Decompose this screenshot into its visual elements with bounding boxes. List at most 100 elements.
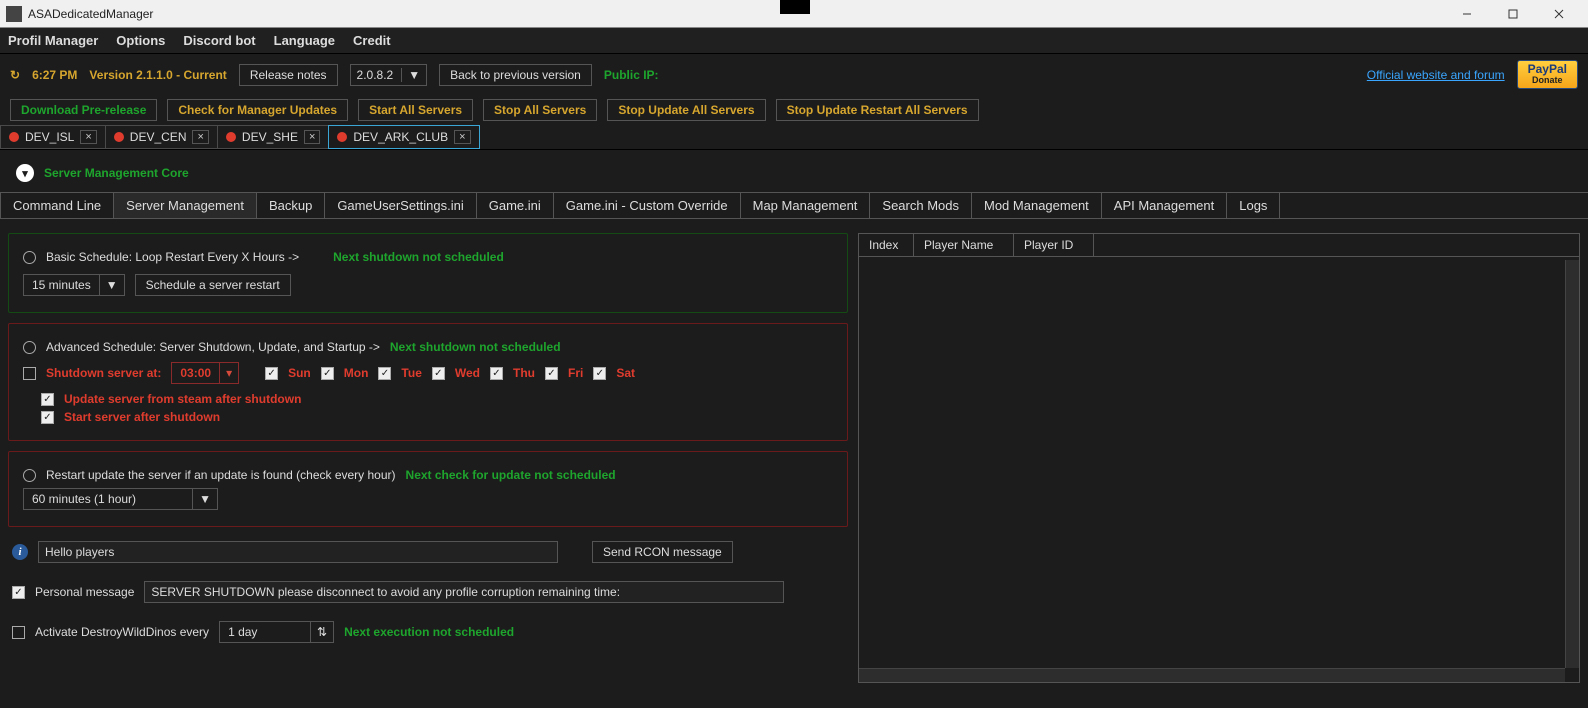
personal-checkbox[interactable]: ✓ [12,586,25,599]
basic-status: Next shutdown not scheduled [333,250,504,264]
menu-discord[interactable]: Discord bot [183,33,255,48]
day-tue-label: Tue [401,366,421,380]
tab-game-ini[interactable]: Game.ini [476,193,554,218]
right-column: Index Player Name Player ID [858,233,1580,683]
col-player-id[interactable]: Player ID [1014,234,1094,256]
action-row: Download Pre-release Check for Manager U… [0,95,1588,125]
tab-mod-management[interactable]: Mod Management [971,193,1102,218]
day-mon-label: Mon [344,366,369,380]
restart-radio[interactable] [23,469,36,482]
check-updates-button[interactable]: Check for Manager Updates [167,99,348,121]
download-pre-release-button[interactable]: Download Pre-release [10,99,157,121]
refresh-icon[interactable]: ↻ [10,68,20,82]
paypal-label: PayPal [1528,62,1567,76]
menu-credit[interactable]: Credit [353,33,391,48]
close-icon[interactable]: × [304,130,320,144]
stepper-icon: ⇅ [310,622,333,642]
shutdown-time-select[interactable]: 03:00 ▾ [171,362,239,384]
day-fri-checkbox[interactable]: ✓ [545,367,558,380]
decoration [780,0,810,14]
menubar: Profil Manager Options Discord bot Langu… [0,28,1588,54]
chevron-down-icon: ▾ [219,363,238,383]
day-thu-checkbox[interactable]: ✓ [490,367,503,380]
tab-logs[interactable]: Logs [1226,193,1280,218]
day-tue-checkbox[interactable]: ✓ [378,367,391,380]
chevron-down-icon: ▼ [192,489,217,509]
menu-options[interactable]: Options [116,33,165,48]
day-wed-checkbox[interactable]: ✓ [432,367,445,380]
close-icon[interactable]: × [454,130,470,144]
release-notes-button[interactable]: Release notes [239,64,338,86]
close-icon[interactable]: × [80,130,96,144]
update-after-checkbox[interactable]: ✓ [41,393,54,406]
server-tab-label: DEV_ISL [25,130,74,144]
info-row: ↻ 6:27 PM Version 2.1.1.0 - Current Rele… [0,54,1588,95]
start-after-checkbox[interactable]: ✓ [41,411,54,424]
tab-server-management[interactable]: Server Management [113,193,257,218]
info-icon: i [12,544,28,560]
col-index[interactable]: Index [859,234,914,256]
tab-backup[interactable]: Backup [256,193,325,218]
basic-radio[interactable] [23,251,36,264]
col-player-name[interactable]: Player Name [914,234,1014,256]
vertical-scrollbar[interactable] [1565,260,1579,668]
left-column: Basic Schedule: Loop Restart Every X Hou… [8,233,848,683]
tab-gameusersettings[interactable]: GameUserSettings.ini [324,193,476,218]
server-tab-label: DEV_ARK_CLUB [353,130,448,144]
close-button[interactable] [1536,0,1582,28]
restart-status: Next check for update not scheduled [406,468,616,482]
maximize-button[interactable] [1490,0,1536,28]
send-rcon-button[interactable]: Send RCON message [592,541,733,563]
tab-api-management[interactable]: API Management [1101,193,1227,218]
horizontal-scrollbar[interactable] [859,668,1565,682]
day-mon-checkbox[interactable]: ✓ [321,367,334,380]
shutdown-enable-checkbox[interactable] [23,367,36,380]
build-select-value: 2.0.8.2 [357,68,394,82]
day-wed-label: Wed [455,366,480,380]
restart-interval-select[interactable]: 60 minutes (1 hour) ▼ [23,488,218,510]
restart-label: Restart update the server if an update i… [46,468,396,482]
server-tab-label: DEV_SHE [242,130,298,144]
tab-command-line[interactable]: Command Line [0,193,114,218]
back-version-button[interactable]: Back to previous version [439,64,592,86]
stop-update-all-button[interactable]: Stop Update All Servers [607,99,765,121]
status-dot-icon [226,132,236,142]
stop-all-button[interactable]: Stop All Servers [483,99,597,121]
tab-game-ini-custom[interactable]: Game.ini - Custom Override [553,193,741,218]
start-after-label: Start server after shutdown [64,410,220,424]
server-tab-label: DEV_CEN [130,130,187,144]
status-dot-icon [337,132,347,142]
chevron-down-circle-icon[interactable]: ▾ [16,164,34,182]
build-select[interactable]: 2.0.8.2 ▼ [350,64,428,86]
tab-search-mods[interactable]: Search Mods [869,193,972,218]
chevron-down-icon: ▼ [99,275,124,295]
shutdown-label: Shutdown server at: [46,366,161,380]
server-tab-dev-isl[interactable]: DEV_ISL × [0,125,106,149]
destroy-interval-select[interactable]: 1 day ⇅ [219,621,334,643]
day-thu-label: Thu [513,366,535,380]
basic-interval-select[interactable]: 15 minutes ▼ [23,274,125,296]
menu-language[interactable]: Language [274,33,335,48]
titlebar: ASADedicatedManager [0,0,1588,28]
menu-profil[interactable]: Profil Manager [8,33,98,48]
basic-label: Basic Schedule: Loop Restart Every X Hou… [46,250,299,264]
server-tab-dev-she[interactable]: DEV_SHE × [217,125,329,149]
server-tabs: DEV_ISL × DEV_CEN × DEV_SHE × DEV_ARK_CL… [0,125,1588,150]
official-link[interactable]: Official website and forum [1367,68,1505,82]
restart-interval-value: 60 minutes (1 hour) [24,489,144,509]
schedule-restart-button[interactable]: Schedule a server restart [135,274,291,296]
paypal-donate-button[interactable]: PayPal Donate [1517,60,1578,89]
close-icon[interactable]: × [192,130,208,144]
rcon-input[interactable] [38,541,558,563]
personal-input[interactable] [144,581,784,603]
start-all-button[interactable]: Start All Servers [358,99,473,121]
server-tab-dev-cen[interactable]: DEV_CEN × [105,125,218,149]
server-tab-dev-ark-club[interactable]: DEV_ARK_CLUB × [328,125,479,149]
tab-map-management[interactable]: Map Management [740,193,871,218]
destroy-checkbox[interactable] [12,626,25,639]
advanced-radio[interactable] [23,341,36,354]
day-sun-checkbox[interactable]: ✓ [265,367,278,380]
stop-update-restart-all-button[interactable]: Stop Update Restart All Servers [776,99,979,121]
minimize-button[interactable] [1444,0,1490,28]
day-sat-checkbox[interactable]: ✓ [593,367,606,380]
